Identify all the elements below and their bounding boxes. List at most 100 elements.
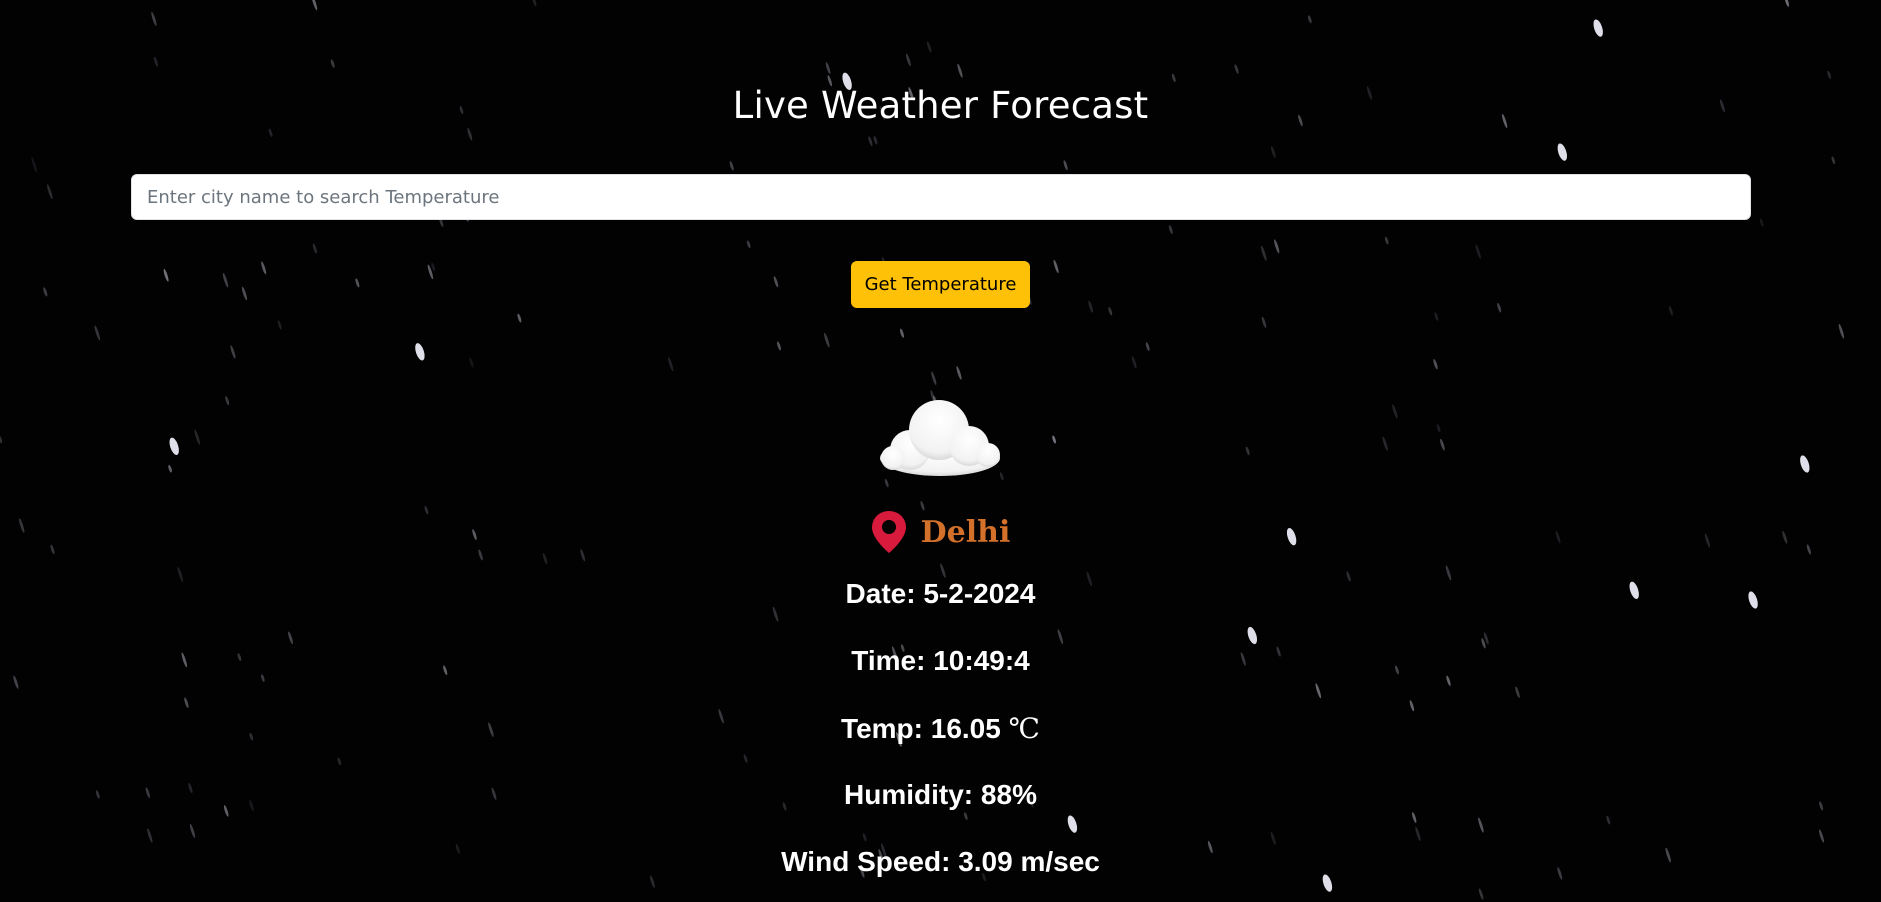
star	[1515, 686, 1520, 699]
star	[777, 341, 781, 351]
wind-speed-line: Wind Speed: 3.09 m/sec	[0, 846, 1881, 878]
humidity-line: Humidity: 88%	[0, 779, 1881, 811]
star	[1270, 146, 1276, 158]
location-row: Delhi	[0, 508, 1881, 556]
star	[1478, 817, 1484, 833]
star	[1409, 700, 1415, 712]
star	[729, 161, 734, 171]
star	[312, 243, 318, 254]
star	[311, 0, 318, 11]
star	[873, 135, 878, 145]
star	[956, 366, 962, 380]
star	[1315, 683, 1322, 699]
star	[531, 0, 537, 7]
star	[467, 127, 473, 141]
star	[1052, 435, 1056, 444]
star	[868, 136, 873, 147]
star	[184, 697, 189, 709]
time-label: Time:	[851, 645, 934, 676]
star	[1415, 826, 1421, 842]
star	[268, 128, 273, 137]
map-pin-icon	[871, 511, 906, 553]
star	[415, 343, 425, 361]
star	[1234, 64, 1239, 74]
star	[277, 320, 282, 330]
cloud-icon	[880, 400, 1000, 476]
star	[288, 631, 293, 645]
star	[1412, 812, 1417, 823]
star	[469, 357, 474, 368]
star	[1668, 305, 1673, 316]
star	[153, 56, 158, 67]
page-title: Live Weather Forecast	[732, 84, 1149, 127]
star	[1145, 342, 1150, 351]
star	[1382, 436, 1388, 451]
star	[905, 53, 911, 67]
star	[1433, 358, 1438, 370]
star	[1478, 888, 1484, 900]
star	[957, 63, 963, 78]
star	[163, 268, 169, 282]
star	[151, 11, 157, 26]
star	[1261, 316, 1267, 328]
time-line: Time: 10:49:4	[0, 645, 1881, 677]
star	[168, 464, 172, 473]
date-label: Date:	[845, 578, 924, 609]
star	[824, 332, 830, 348]
wind-label: Wind Speed:	[781, 846, 959, 877]
star	[225, 396, 230, 406]
star	[1307, 15, 1312, 24]
star	[31, 157, 38, 173]
star	[1759, 218, 1764, 227]
star	[1557, 143, 1568, 161]
star	[926, 41, 932, 53]
star	[337, 757, 342, 766]
star	[230, 345, 236, 359]
star	[1168, 225, 1173, 235]
temp-unit: ℃	[1008, 712, 1040, 745]
star	[1245, 446, 1250, 456]
star	[743, 754, 748, 763]
star	[1827, 70, 1832, 79]
star	[1818, 829, 1825, 843]
star	[1053, 259, 1059, 274]
star	[940, 563, 946, 578]
date-value: 5-2-2024	[923, 578, 1036, 609]
star	[13, 675, 19, 689]
star	[1063, 160, 1068, 171]
star	[43, 287, 48, 297]
star	[668, 357, 674, 372]
star	[1108, 307, 1113, 316]
star	[746, 240, 751, 249]
star	[222, 272, 229, 288]
star	[1247, 626, 1258, 645]
wind-value: 3.09 m/sec	[958, 846, 1100, 877]
star	[1593, 19, 1603, 37]
star	[1270, 831, 1276, 845]
get-temperature-button[interactable]: Get Temperature	[851, 261, 1030, 308]
star	[1057, 629, 1064, 645]
star	[931, 371, 937, 386]
city-search-input[interactable]	[131, 174, 1751, 220]
star	[169, 437, 179, 455]
star	[1384, 236, 1389, 245]
star	[1800, 455, 1810, 473]
star	[1831, 156, 1836, 165]
star	[1838, 323, 1845, 339]
star	[1274, 239, 1280, 254]
star	[1440, 438, 1445, 451]
star	[862, 833, 867, 842]
star	[825, 62, 831, 75]
star	[1606, 815, 1611, 825]
star	[517, 313, 522, 323]
star	[1436, 424, 1441, 433]
temp-label: Temp:	[841, 713, 931, 744]
star	[1261, 245, 1267, 261]
time-value: 10:49:4	[933, 645, 1030, 676]
star	[330, 59, 335, 68]
star	[1131, 356, 1137, 369]
star	[94, 325, 101, 341]
humidity-label: Humidity:	[844, 779, 981, 810]
star	[355, 278, 360, 288]
star	[1434, 312, 1439, 321]
